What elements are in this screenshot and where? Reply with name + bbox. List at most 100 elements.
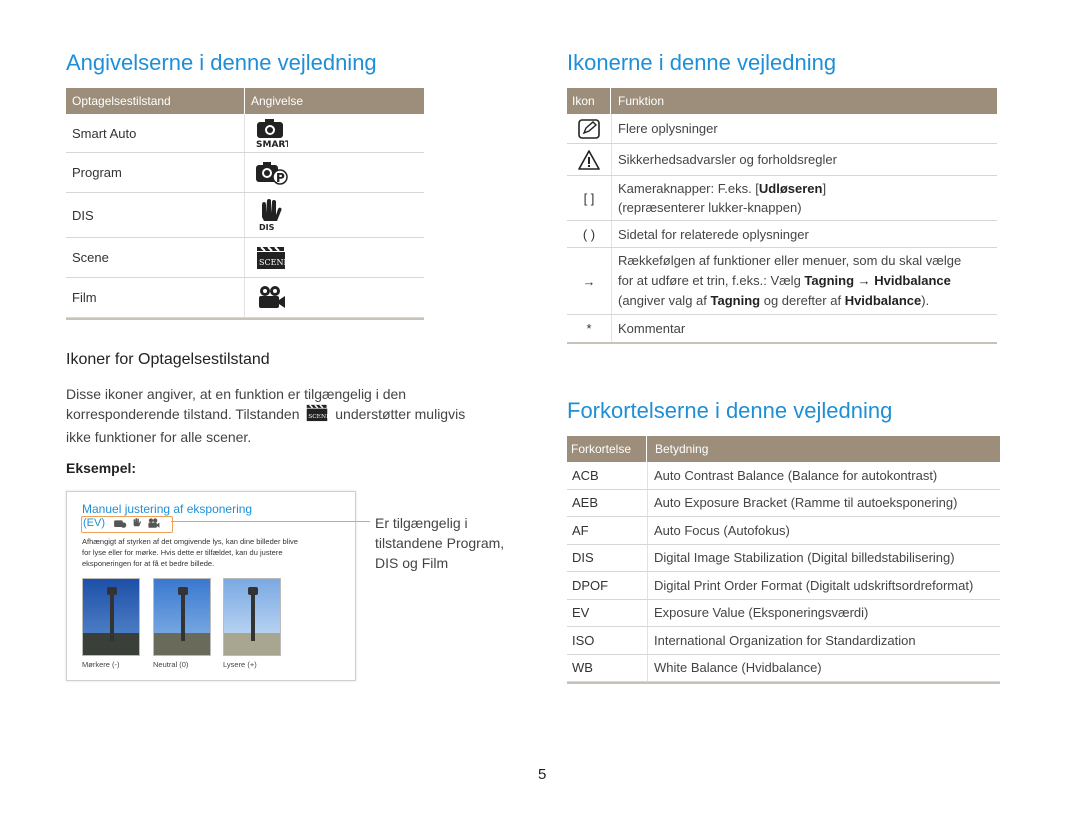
abbr-title: Forkortelserne i denne vejledning	[567, 398, 893, 423]
arrow-symbol: →	[582, 273, 596, 289]
keyword: Hvidbalance	[874, 273, 951, 288]
meaning-cell: Exposure Value (Eksponeringsværdi)	[654, 605, 869, 621]
function-text: Kommentar	[618, 321, 686, 336]
table-row: DIS Digital Image Stabilization (Digital …	[567, 544, 1000, 572]
keyword: Hvidbalance	[844, 293, 922, 308]
callout-text: Er tilgængelig i tilstandene Program, DI…	[375, 513, 504, 573]
example-mode-icons	[113, 518, 160, 530]
caption-lighter: Lysere (+)	[223, 660, 257, 669]
col-mode-header: Optagelsestilstand	[72, 94, 171, 108]
example-label: Eksempel:	[66, 460, 137, 476]
keyword: Udløseren	[758, 181, 823, 196]
paragraph-text: korresponderende tilstand. Tilstanden	[66, 406, 300, 423]
function-text: Rækkefølgen af funktioner eller menuer, …	[618, 248, 961, 314]
page-number: 5	[538, 766, 547, 783]
table-row: DPOF Digital Print Order Format (Digitalt…	[567, 572, 1000, 600]
function-text: Sidetal for relaterede oplysninger	[618, 226, 809, 242]
paragraph-line: Disse ikoner angiver, at en funktion er …	[66, 386, 407, 402]
function-text: Sikkerhedsadvarsler og forholdsregler	[618, 152, 837, 167]
svg-text:SCENE: SCENE	[309, 414, 329, 420]
bracket-symbol: [ ]	[583, 190, 595, 206]
scene-icon: SCENE	[306, 404, 331, 427]
ev-label: (EV)	[83, 517, 105, 529]
text-part: ]	[822, 181, 827, 196]
abbr-cell: EV	[572, 605, 590, 621]
function-text: Kameraknapper: F.eks. [Udløseren] (repræ…	[618, 176, 826, 220]
table-row: Flere oplysninger	[567, 114, 997, 144]
example-description: Afhængigt af styrken af det omgivende ly…	[82, 536, 352, 569]
dis-icon: DIS	[256, 193, 286, 237]
table-row: DIS DIS	[66, 193, 424, 238]
mode-label: DIS	[72, 207, 94, 223]
left-title: Angivelserne i denne vejledning	[66, 50, 377, 75]
table-row: Program P	[66, 153, 424, 193]
text-part: (angiver valg af	[618, 293, 707, 308]
mode-icons-paragraph: Disse ikoner angiver, at en funktion er …	[66, 384, 506, 447]
table-row: WB White Balance (Hvidbalance)	[567, 654, 1000, 682]
table-row: Sikkerhedsadvarsler og forholdsregler	[567, 144, 997, 176]
text-part: Rækkefølgen af funktioner eller menuer, …	[618, 253, 962, 268]
text-part: (repræsenterer lukker-knappen)	[618, 200, 802, 215]
col-abbr-header: Forkortelse	[571, 442, 632, 456]
caption-darker: Mørkere (-)	[82, 660, 120, 669]
col-icon-header: Ikon	[572, 94, 595, 108]
desc-line: eksponeringen for at få et bedre billede…	[82, 559, 215, 568]
svg-text:SMART: SMART	[256, 140, 288, 148]
callout-line-text: Er tilgængelig i	[375, 515, 468, 531]
col-meaning-header: Betydning	[655, 442, 709, 456]
paragraph-line: korresponderende tilstand. Tilstanden SC…	[66, 404, 506, 427]
mode-label: Program	[72, 165, 122, 180]
abbr-cell: DIS	[572, 550, 594, 566]
lighter-photo	[223, 578, 281, 656]
function-text: Flere oplysninger	[618, 121, 718, 136]
paragraph-line: ikke funktioner for alle scener.	[66, 429, 252, 445]
table-row: * Kommentar	[567, 315, 997, 342]
table-row: AF Auto Focus (Autofokus)	[567, 517, 1000, 545]
desc-line: for lyse eller for mørke. Hvis dette er …	[82, 548, 283, 557]
abbr-cell: ACB	[572, 467, 599, 483]
keyword: →	[857, 273, 871, 288]
abbr-cell: AEB	[572, 495, 599, 511]
icon-table-header: Ikon Funktion	[567, 88, 997, 114]
program-icon: P	[254, 153, 288, 192]
svg-text:SCENE: SCENE	[259, 258, 286, 267]
neutral-photo	[153, 578, 211, 656]
abbr-cell: AF	[572, 522, 589, 538]
text-part: og derefter af	[763, 293, 842, 308]
meaning-cell: Digital Image Stabilization (Digital bil…	[654, 550, 955, 566]
example-title: Manuel justering af eksponering	[82, 502, 253, 516]
callout-line	[171, 521, 370, 522]
abbr-table-header: Forkortelse Betydning	[567, 436, 1000, 462]
right-title: Ikonerne i denne vejledning	[567, 50, 837, 75]
callout-line-text: tilstandene Program,	[375, 535, 505, 551]
paren-symbol: ( )	[582, 226, 596, 242]
col-indication-header: Angivelse	[251, 94, 304, 108]
meaning-cell: Auto Focus (Autofokus)	[654, 522, 790, 538]
mode-table-header: Optagelsestilstand Angivelse	[66, 88, 424, 114]
svg-text:DIS: DIS	[259, 223, 275, 231]
example-box: Manuel justering af eksponering (EV) Afh…	[66, 491, 356, 681]
table-row: → Rækkefølgen af funktioner eller menuer…	[567, 248, 997, 315]
table-row: AEB Auto Exposure Bracket (Ramme til auto…	[567, 489, 1000, 517]
abbr-cell: ISO	[572, 632, 595, 648]
program-icon	[114, 520, 127, 528]
text-part: Kameraknapper: F.eks. [	[618, 181, 759, 196]
abbr-rows: ACB Auto Contrast Balance (Balance for au…	[567, 462, 1000, 682]
warning-icon	[575, 144, 603, 175]
mode-table: Optagelsestilstand Angivelse Smart Auto …	[66, 88, 424, 320]
table-row: Film	[66, 278, 424, 318]
note-icon	[575, 114, 603, 143]
smart-auto-icon: SMART	[254, 114, 288, 152]
meaning-cell: White Balance (Hvidbalance)	[654, 660, 822, 676]
asterisk-symbol: *	[586, 321, 592, 336]
table-row: Scene SCENE	[66, 238, 424, 278]
paragraph-text: understøtter muligvis	[335, 406, 466, 423]
abbr-cell: DPOF	[572, 577, 609, 593]
mode-icons-subheading: Ikoner for Optagelsestilstand	[66, 351, 270, 368]
mode-label: Scene	[72, 250, 109, 265]
abbr-table: Forkortelse Betydning ACB Auto Contrast B…	[567, 436, 1000, 684]
dis-icon	[133, 518, 141, 527]
film-icon	[256, 278, 286, 317]
film-icon	[148, 518, 160, 528]
keyword: Tagning	[710, 293, 761, 308]
